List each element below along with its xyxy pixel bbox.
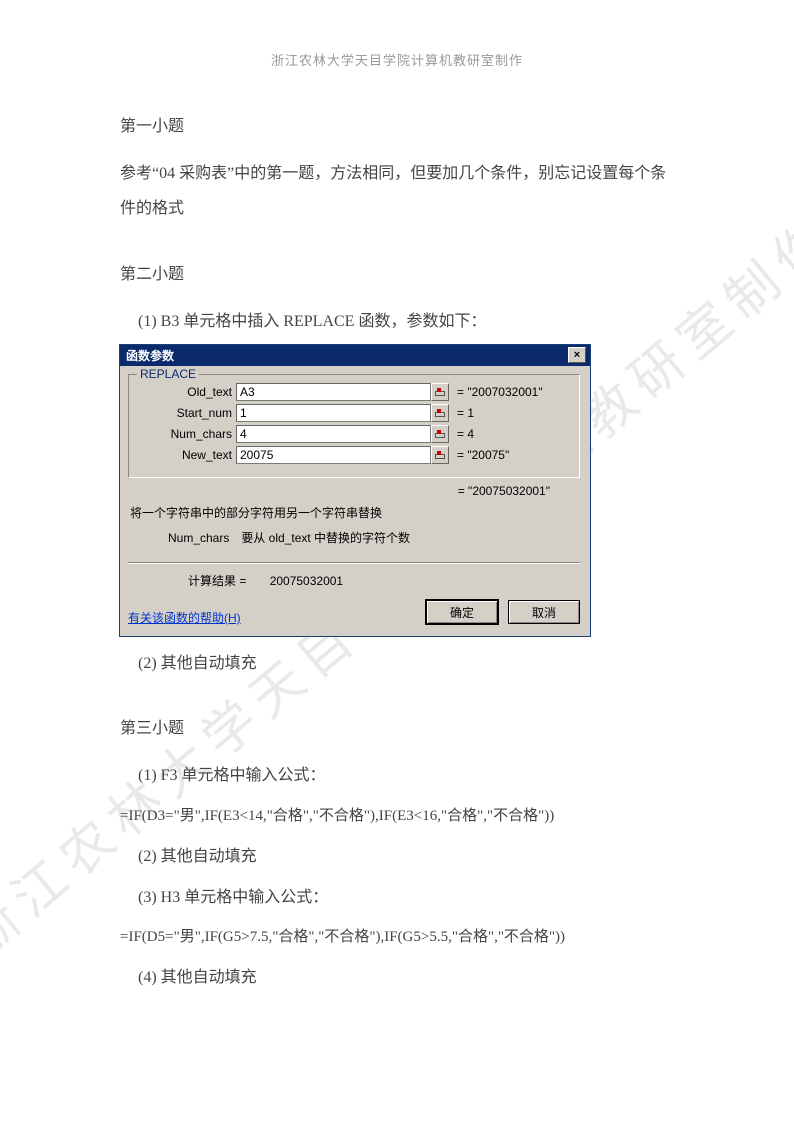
param-text: 要从 old_text 中替换的字符个数	[241, 531, 410, 545]
replace-group: REPLACE Old_text A3 = "2007032001" Start…	[128, 374, 580, 478]
dialog-titlebar: 函数参数 ×	[120, 345, 590, 366]
question-2-title: 第二小题	[120, 257, 674, 292]
row-num-chars: Num_chars 4 = 4	[137, 425, 571, 443]
label-old-text: Old_text	[137, 385, 236, 399]
help-link[interactable]: 有关该函数的帮助(H)	[128, 609, 241, 626]
button-row: 确定 取消	[426, 600, 580, 624]
dialog-body: REPLACE Old_text A3 = "2007032001" Start…	[120, 366, 590, 636]
result-num-chars: = 4	[449, 427, 474, 441]
cancel-button[interactable]: 取消	[508, 600, 580, 624]
calc-label: 计算结果 =	[188, 572, 246, 589]
collapse-dialog-icon	[435, 409, 445, 417]
row-new-text: New_text 20075 = "20075"	[137, 446, 571, 464]
question-3-step-3: (3) H3 单元格中输入公式：	[120, 880, 674, 915]
close-button[interactable]: ×	[568, 347, 586, 363]
overall-result: = "20075032001"	[130, 484, 580, 498]
calc-value: 20075032001	[270, 574, 343, 588]
ref-button-new-text[interactable]	[431, 446, 449, 464]
label-num-chars: Num_chars	[137, 427, 236, 441]
ref-button-start-num[interactable]	[431, 404, 449, 422]
input-start-num[interactable]: 1	[236, 404, 431, 422]
row-old-text: Old_text A3 = "2007032001"	[137, 383, 571, 401]
ok-button[interactable]: 确定	[426, 600, 498, 624]
label-new-text: New_text	[137, 448, 236, 462]
dialog-bottom-row: 有关该函数的帮助(H) 确定 取消	[128, 599, 580, 626]
param-description: Num_chars 要从 old_text 中替换的字符个数	[168, 529, 580, 546]
question-3-step-1: (1) F3 单元格中输入公式：	[120, 758, 674, 793]
param-name: Num_chars	[168, 531, 238, 545]
calc-result-row: 计算结果 = 20075032001	[128, 572, 580, 589]
separator	[128, 562, 580, 564]
page-header: 浙江农林大学天目学院计算机教研室制作	[120, 50, 674, 69]
question-1-title: 第一小题	[120, 109, 674, 144]
input-new-text[interactable]: 20075	[236, 446, 431, 464]
collapse-dialog-icon	[435, 451, 445, 459]
collapse-dialog-icon	[435, 430, 445, 438]
label-start-num: Start_num	[137, 406, 236, 420]
input-num-chars[interactable]: 4	[236, 425, 431, 443]
question-2-step-2: (2) 其他自动填充	[120, 646, 674, 681]
formula-2: =IF(D5="男",IF(G5>7.5,"合格","不合格"),IF(G5>5…	[120, 921, 674, 954]
question-3-title: 第三小题	[120, 711, 674, 746]
result-old-text: = "2007032001"	[449, 385, 543, 399]
ref-button-old-text[interactable]	[431, 383, 449, 401]
input-old-text[interactable]: A3	[236, 383, 431, 401]
dialog-title: 函数参数	[126, 347, 174, 364]
question-3-step-2: (2) 其他自动填充	[120, 839, 674, 874]
question-1-text: 参考“04 采购表”中的第一题，方法相同，但要加几个条件，别忘记设置每个条件的格…	[120, 156, 674, 226]
page-content: 浙江农林大学天目学院计算机教研室制作 第一小题 参考“04 采购表”中的第一题，…	[0, 0, 794, 1051]
question-3-step-4: (4) 其他自动填充	[120, 960, 674, 995]
function-description: 将一个字符串中的部分字符用另一个字符串替换	[130, 504, 580, 521]
function-arguments-dialog: 函数参数 × REPLACE Old_text A3 = "2007032001…	[120, 345, 590, 636]
collapse-dialog-icon	[435, 388, 445, 396]
group-legend: REPLACE	[137, 367, 199, 381]
row-start-num: Start_num 1 = 1	[137, 404, 571, 422]
result-new-text: = "20075"	[449, 448, 509, 462]
close-icon: ×	[574, 350, 580, 361]
result-start-num: = 1	[449, 406, 474, 420]
ref-button-num-chars[interactable]	[431, 425, 449, 443]
formula-1: =IF(D3="男",IF(E3<14,"合格","不合格"),IF(E3<16…	[120, 800, 674, 833]
question-2-step-1: (1) B3 单元格中插入 REPLACE 函数，参数如下：	[120, 304, 674, 339]
